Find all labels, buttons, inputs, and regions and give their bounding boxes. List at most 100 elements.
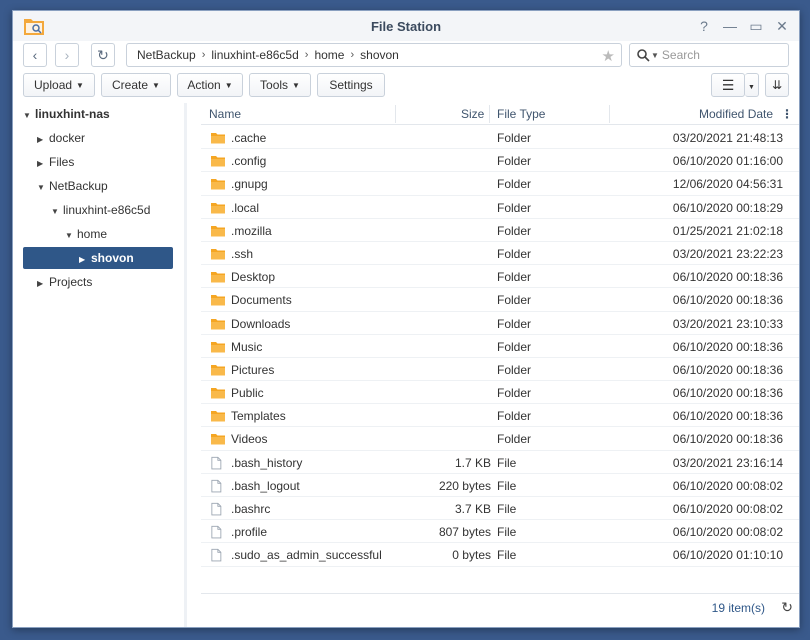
- back-button[interactable]: ‹: [23, 43, 47, 67]
- tree-item-shovon[interactable]: ▶ shovon: [23, 247, 173, 269]
- file-type: File: [497, 478, 517, 493]
- modified-date: 06/10/2020 00:18:36: [672, 432, 783, 447]
- file-name: .profile: [231, 525, 268, 540]
- file-type: File: [497, 525, 517, 540]
- table-row[interactable]: .cache Folder 03/20/2021 21:48:13: [201, 126, 799, 150]
- minimize-icon[interactable]: —: [721, 17, 739, 35]
- table-row[interactable]: Documents Folder 06/10/2020 00:18:36: [201, 288, 799, 312]
- column-divider[interactable]: [489, 105, 490, 123]
- folder-icon: [211, 156, 225, 167]
- title-bar: File Station ? — ▭ ✕: [13, 11, 799, 41]
- caret-right-icon[interactable]: ▶: [37, 129, 49, 151]
- table-row[interactable]: .ssh Folder 03/20/2021 23:22:23: [201, 242, 799, 266]
- file-name: .sudo_as_admin_successful: [231, 548, 382, 563]
- column-header-file-type[interactable]: File Type: [497, 107, 545, 121]
- file-name: .bash_history: [231, 455, 303, 470]
- tree-item-files[interactable]: ▶ Files: [37, 151, 173, 173]
- table-row[interactable]: Videos Folder 06/10/2020 00:18:36: [201, 427, 799, 451]
- help-icon[interactable]: ?: [695, 17, 713, 35]
- table-row[interactable]: .bashrc 3.7 KB File 06/10/2020 00:08:02: [201, 497, 799, 521]
- tree-item-label: NetBackup: [49, 179, 108, 193]
- file-type: Folder: [497, 154, 532, 169]
- column-header-modified-date[interactable]: Modified Date: [699, 107, 773, 121]
- action-button-label: Action: [187, 78, 221, 92]
- settings-button[interactable]: Settings: [317, 73, 385, 97]
- file-type: Folder: [497, 246, 532, 261]
- close-icon[interactable]: ✕: [773, 17, 791, 35]
- create-button[interactable]: Create ▼: [101, 73, 171, 97]
- view-mode-dropdown[interactable]: ▼: [745, 73, 759, 97]
- folder-icon: [211, 179, 225, 190]
- tools-button[interactable]: Tools ▼: [249, 73, 311, 97]
- breadcrumb-item[interactable]: NetBackup: [133, 48, 200, 62]
- table-row[interactable]: .mozilla Folder 01/25/2021 21:02:18: [201, 219, 799, 242]
- file-name: Desktop: [231, 270, 276, 285]
- table-row[interactable]: .sudo_as_admin_successful 0 bytes File 06/1…: [201, 543, 799, 567]
- upload-button[interactable]: Upload ▼: [23, 73, 95, 97]
- star-icon[interactable]: ★: [602, 47, 615, 65]
- column-divider[interactable]: [609, 105, 610, 123]
- tree-item-netbackup[interactable]: ▼ NetBackup: [37, 175, 173, 197]
- file-type: Folder: [497, 432, 532, 447]
- modified-date: 06/10/2020 00:18:36: [672, 409, 783, 424]
- caret-down-icon[interactable]: ▼: [23, 105, 35, 127]
- caret-right-icon[interactable]: ▶: [79, 249, 91, 271]
- file-name: .ssh: [231, 246, 254, 261]
- view-mode-button[interactable]: ☰: [711, 73, 745, 97]
- column-header-size[interactable]: Size: [461, 107, 484, 121]
- caret-down-icon[interactable]: ▼: [37, 177, 49, 199]
- tree-item-label: linuxhint-nas: [35, 107, 110, 121]
- caret-right-icon[interactable]: ▶: [37, 153, 49, 175]
- table-row[interactable]: .config Folder 06/10/2020 01:16:00: [201, 149, 799, 173]
- maximize-icon[interactable]: ▭: [747, 17, 765, 35]
- search-input[interactable]: [661, 48, 772, 62]
- column-options-icon[interactable]: ⋮: [781, 107, 793, 121]
- tree-item-docker[interactable]: ▶ docker: [37, 127, 173, 149]
- file-type: Folder: [497, 293, 532, 308]
- sort-button[interactable]: ⇊: [765, 73, 789, 97]
- column-divider[interactable]: [395, 105, 396, 123]
- table-row[interactable]: Templates Folder 06/10/2020 00:18:36: [201, 404, 799, 428]
- file-list: Name Size File Type Modified Date ⋮ .cac…: [201, 103, 799, 627]
- table-row[interactable]: Pictures Folder 06/10/2020 00:18:36: [201, 358, 799, 382]
- list-view-icon: ☰: [721, 77, 735, 93]
- caret-down-icon[interactable]: ▼: [51, 201, 63, 223]
- modified-date: 06/10/2020 00:18:36: [672, 386, 783, 401]
- breadcrumb: NetBackup › linuxhint-e86c5d › home › sh…: [126, 43, 622, 67]
- tree-item-projects[interactable]: ▶ Projects: [37, 271, 173, 293]
- tree-item-linuxhint-e86c5d[interactable]: ▼ linuxhint-e86c5d: [51, 199, 173, 221]
- table-row[interactable]: Downloads Folder 03/20/2021 23:10:33: [201, 312, 799, 335]
- settings-button-label: Settings: [329, 78, 373, 92]
- breadcrumb-item[interactable]: shovon: [356, 48, 403, 62]
- folder-icon: [211, 318, 225, 329]
- table-row[interactable]: .local Folder 06/10/2020 00:18:29: [201, 196, 799, 219]
- folder-icon: [211, 388, 225, 399]
- breadcrumb-item[interactable]: home: [310, 48, 348, 62]
- breadcrumb-item[interactable]: linuxhint-e86c5d: [207, 48, 302, 62]
- search-box: ▼: [629, 43, 789, 67]
- table-row[interactable]: Desktop Folder 06/10/2020 00:18:36: [201, 265, 799, 289]
- action-button[interactable]: Action ▼: [177, 73, 243, 97]
- table-row[interactable]: Public Folder 06/10/2020 00:18:36: [201, 381, 799, 405]
- table-row[interactable]: .bash_logout 220 bytes File 06/10/2020 00:0…: [201, 474, 799, 497]
- file-type: Folder: [497, 223, 532, 238]
- item-count: 19 item(s): [711, 601, 765, 615]
- table-row[interactable]: .bash_history 1.7 KB File 03/20/2021 23:16:…: [201, 451, 799, 474]
- chevron-down-icon[interactable]: ▼: [651, 51, 659, 60]
- file-type: Folder: [497, 339, 532, 354]
- column-header-name[interactable]: Name: [209, 107, 241, 121]
- refresh-button[interactable]: ↻: [91, 43, 115, 67]
- tree-item-linuxhint-nas[interactable]: ▼ linuxhint-nas: [23, 103, 173, 125]
- refresh-icon[interactable]: ↻: [781, 599, 793, 616]
- table-row[interactable]: Music Folder 06/10/2020 00:18:36: [201, 335, 799, 358]
- file-size: 0 bytes: [452, 548, 491, 563]
- tree-item-home[interactable]: ▼ home: [65, 223, 173, 245]
- forward-button[interactable]: ›: [55, 43, 79, 67]
- table-row[interactable]: .gnupg Folder 12/06/2020 04:56:31: [201, 172, 799, 196]
- search-icon[interactable]: [636, 48, 650, 62]
- caret-right-icon[interactable]: ▶: [37, 273, 49, 295]
- file-icon: [211, 456, 222, 469]
- upload-button-label: Upload: [34, 78, 73, 92]
- caret-down-icon[interactable]: ▼: [65, 225, 77, 247]
- table-row[interactable]: .profile 807 bytes File 06/10/2020 00:08:02: [201, 520, 799, 544]
